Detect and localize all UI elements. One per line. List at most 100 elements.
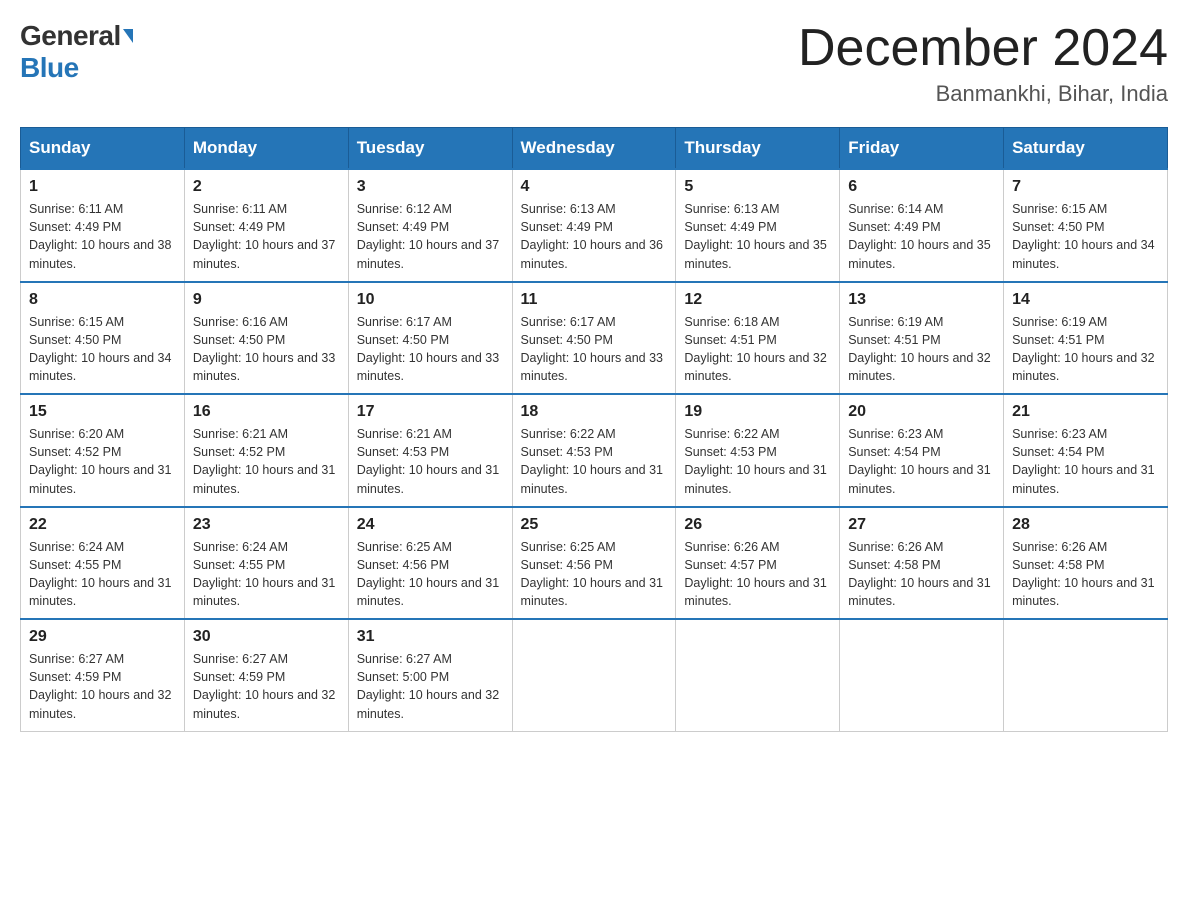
day-info: Sunrise: 6:26 AM Sunset: 4:57 PM Dayligh…: [684, 538, 831, 611]
calendar-week-row: 1 Sunrise: 6:11 AM Sunset: 4:49 PM Dayli…: [21, 169, 1168, 282]
calendar-day-cell: 5 Sunrise: 6:13 AM Sunset: 4:49 PM Dayli…: [676, 169, 840, 282]
calendar-day-cell: 30 Sunrise: 6:27 AM Sunset: 4:59 PM Dayl…: [184, 619, 348, 731]
month-title: December 2024: [798, 20, 1168, 77]
day-number: 4: [521, 178, 668, 196]
day-number: 16: [193, 403, 340, 421]
day-number: 9: [193, 291, 340, 309]
day-info: Sunrise: 6:18 AM Sunset: 4:51 PM Dayligh…: [684, 313, 831, 386]
calendar-day-cell: 10 Sunrise: 6:17 AM Sunset: 4:50 PM Dayl…: [348, 282, 512, 395]
calendar-day-cell: 16 Sunrise: 6:21 AM Sunset: 4:52 PM Dayl…: [184, 394, 348, 507]
day-number: 29: [29, 628, 176, 646]
day-number: 3: [357, 178, 504, 196]
day-number: 25: [521, 516, 668, 534]
calendar-day-cell: 26 Sunrise: 6:26 AM Sunset: 4:57 PM Dayl…: [676, 507, 840, 620]
title-block: December 2024 Banmankhi, Bihar, India: [798, 20, 1168, 107]
calendar-day-cell: [1004, 619, 1168, 731]
calendar-day-cell: 7 Sunrise: 6:15 AM Sunset: 4:50 PM Dayli…: [1004, 169, 1168, 282]
day-number: 31: [357, 628, 504, 646]
day-info: Sunrise: 6:25 AM Sunset: 4:56 PM Dayligh…: [357, 538, 504, 611]
calendar-day-cell: 3 Sunrise: 6:12 AM Sunset: 4:49 PM Dayli…: [348, 169, 512, 282]
calendar-week-row: 29 Sunrise: 6:27 AM Sunset: 4:59 PM Dayl…: [21, 619, 1168, 731]
calendar-day-cell: 9 Sunrise: 6:16 AM Sunset: 4:50 PM Dayli…: [184, 282, 348, 395]
calendar-day-cell: 12 Sunrise: 6:18 AM Sunset: 4:51 PM Dayl…: [676, 282, 840, 395]
calendar-day-cell: 21 Sunrise: 6:23 AM Sunset: 4:54 PM Dayl…: [1004, 394, 1168, 507]
day-number: 6: [848, 178, 995, 196]
day-number: 10: [357, 291, 504, 309]
day-number: 18: [521, 403, 668, 421]
day-info: Sunrise: 6:21 AM Sunset: 4:52 PM Dayligh…: [193, 425, 340, 498]
location-title: Banmankhi, Bihar, India: [798, 81, 1168, 107]
calendar-day-cell: 4 Sunrise: 6:13 AM Sunset: 4:49 PM Dayli…: [512, 169, 676, 282]
day-number: 8: [29, 291, 176, 309]
day-info: Sunrise: 6:19 AM Sunset: 4:51 PM Dayligh…: [1012, 313, 1159, 386]
day-info: Sunrise: 6:23 AM Sunset: 4:54 PM Dayligh…: [1012, 425, 1159, 498]
calendar-day-cell: 23 Sunrise: 6:24 AM Sunset: 4:55 PM Dayl…: [184, 507, 348, 620]
day-number: 14: [1012, 291, 1159, 309]
day-info: Sunrise: 6:19 AM Sunset: 4:51 PM Dayligh…: [848, 313, 995, 386]
calendar-week-row: 22 Sunrise: 6:24 AM Sunset: 4:55 PM Dayl…: [21, 507, 1168, 620]
calendar-day-cell: 20 Sunrise: 6:23 AM Sunset: 4:54 PM Dayl…: [840, 394, 1004, 507]
day-number: 7: [1012, 178, 1159, 196]
day-number: 1: [29, 178, 176, 196]
header-wednesday: Wednesday: [512, 128, 676, 170]
day-info: Sunrise: 6:27 AM Sunset: 5:00 PM Dayligh…: [357, 650, 504, 723]
day-info: Sunrise: 6:27 AM Sunset: 4:59 PM Dayligh…: [193, 650, 340, 723]
day-number: 27: [848, 516, 995, 534]
day-info: Sunrise: 6:13 AM Sunset: 4:49 PM Dayligh…: [521, 200, 668, 273]
calendar-day-cell: 2 Sunrise: 6:11 AM Sunset: 4:49 PM Dayli…: [184, 169, 348, 282]
day-info: Sunrise: 6:17 AM Sunset: 4:50 PM Dayligh…: [521, 313, 668, 386]
calendar-day-cell: 27 Sunrise: 6:26 AM Sunset: 4:58 PM Dayl…: [840, 507, 1004, 620]
calendar-day-cell: 24 Sunrise: 6:25 AM Sunset: 4:56 PM Dayl…: [348, 507, 512, 620]
day-info: Sunrise: 6:14 AM Sunset: 4:49 PM Dayligh…: [848, 200, 995, 273]
page-header: General Blue December 2024 Banmankhi, Bi…: [20, 20, 1168, 107]
calendar-day-cell: 29 Sunrise: 6:27 AM Sunset: 4:59 PM Dayl…: [21, 619, 185, 731]
calendar-day-cell: [512, 619, 676, 731]
header-monday: Monday: [184, 128, 348, 170]
day-info: Sunrise: 6:22 AM Sunset: 4:53 PM Dayligh…: [684, 425, 831, 498]
day-number: 28: [1012, 516, 1159, 534]
day-number: 15: [29, 403, 176, 421]
day-info: Sunrise: 6:21 AM Sunset: 4:53 PM Dayligh…: [357, 425, 504, 498]
day-info: Sunrise: 6:16 AM Sunset: 4:50 PM Dayligh…: [193, 313, 340, 386]
day-number: 24: [357, 516, 504, 534]
day-number: 22: [29, 516, 176, 534]
calendar-day-cell: 18 Sunrise: 6:22 AM Sunset: 4:53 PM Dayl…: [512, 394, 676, 507]
day-info: Sunrise: 6:11 AM Sunset: 4:49 PM Dayligh…: [29, 200, 176, 273]
day-number: 2: [193, 178, 340, 196]
calendar-day-cell: 14 Sunrise: 6:19 AM Sunset: 4:51 PM Dayl…: [1004, 282, 1168, 395]
logo-arrow-icon: [123, 29, 133, 43]
header-tuesday: Tuesday: [348, 128, 512, 170]
calendar-day-cell: 25 Sunrise: 6:25 AM Sunset: 4:56 PM Dayl…: [512, 507, 676, 620]
calendar-day-cell: 31 Sunrise: 6:27 AM Sunset: 5:00 PM Dayl…: [348, 619, 512, 731]
logo: General Blue: [20, 20, 133, 84]
day-info: Sunrise: 6:27 AM Sunset: 4:59 PM Dayligh…: [29, 650, 176, 723]
calendar-day-cell: 1 Sunrise: 6:11 AM Sunset: 4:49 PM Dayli…: [21, 169, 185, 282]
day-number: 17: [357, 403, 504, 421]
logo-general-text: General: [20, 20, 121, 52]
day-number: 20: [848, 403, 995, 421]
day-info: Sunrise: 6:26 AM Sunset: 4:58 PM Dayligh…: [1012, 538, 1159, 611]
calendar-day-cell: 8 Sunrise: 6:15 AM Sunset: 4:50 PM Dayli…: [21, 282, 185, 395]
day-info: Sunrise: 6:24 AM Sunset: 4:55 PM Dayligh…: [193, 538, 340, 611]
day-number: 12: [684, 291, 831, 309]
header-friday: Friday: [840, 128, 1004, 170]
day-info: Sunrise: 6:22 AM Sunset: 4:53 PM Dayligh…: [521, 425, 668, 498]
day-info: Sunrise: 6:11 AM Sunset: 4:49 PM Dayligh…: [193, 200, 340, 273]
day-info: Sunrise: 6:13 AM Sunset: 4:49 PM Dayligh…: [684, 200, 831, 273]
calendar-day-cell: 15 Sunrise: 6:20 AM Sunset: 4:52 PM Dayl…: [21, 394, 185, 507]
day-number: 23: [193, 516, 340, 534]
calendar-table: Sunday Monday Tuesday Wednesday Thursday…: [20, 127, 1168, 732]
calendar-week-row: 15 Sunrise: 6:20 AM Sunset: 4:52 PM Dayl…: [21, 394, 1168, 507]
logo-blue-text: Blue: [20, 52, 79, 83]
day-info: Sunrise: 6:23 AM Sunset: 4:54 PM Dayligh…: [848, 425, 995, 498]
day-info: Sunrise: 6:24 AM Sunset: 4:55 PM Dayligh…: [29, 538, 176, 611]
header-sunday: Sunday: [21, 128, 185, 170]
day-info: Sunrise: 6:17 AM Sunset: 4:50 PM Dayligh…: [357, 313, 504, 386]
calendar-week-row: 8 Sunrise: 6:15 AM Sunset: 4:50 PM Dayli…: [21, 282, 1168, 395]
calendar-header-row: Sunday Monday Tuesday Wednesday Thursday…: [21, 128, 1168, 170]
day-info: Sunrise: 6:25 AM Sunset: 4:56 PM Dayligh…: [521, 538, 668, 611]
day-info: Sunrise: 6:26 AM Sunset: 4:58 PM Dayligh…: [848, 538, 995, 611]
day-number: 11: [521, 291, 668, 309]
calendar-day-cell: 13 Sunrise: 6:19 AM Sunset: 4:51 PM Dayl…: [840, 282, 1004, 395]
header-saturday: Saturday: [1004, 128, 1168, 170]
